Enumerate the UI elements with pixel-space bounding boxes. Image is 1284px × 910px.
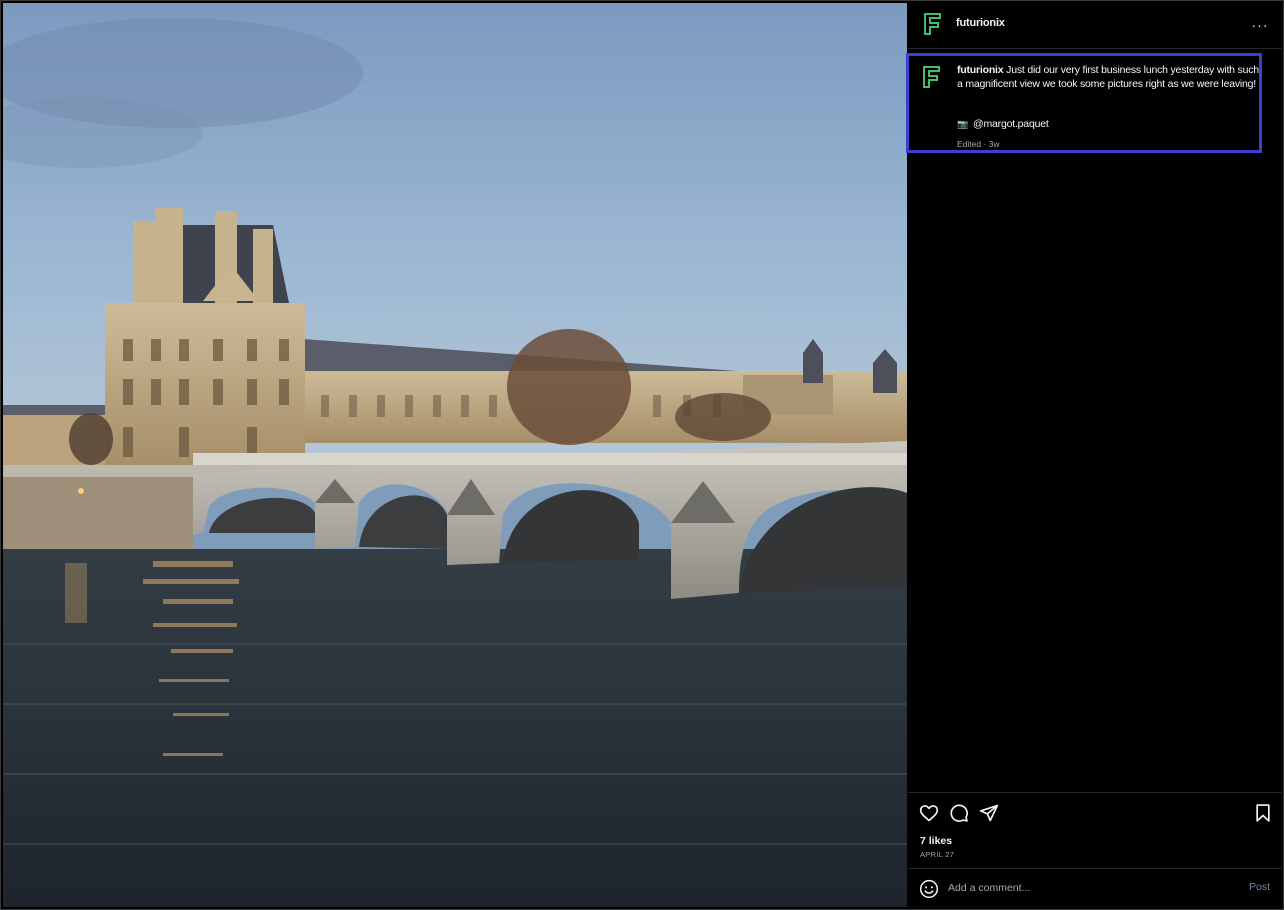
caption: futurionix Just did our very first busin… bbox=[957, 64, 1259, 91]
caption-username[interactable]: futurionix bbox=[957, 64, 1004, 76]
camera-icon: 📷 bbox=[957, 118, 969, 129]
share-button[interactable] bbox=[978, 802, 1000, 824]
action-bar: 7 likes APRIL 27 bbox=[908, 792, 1282, 868]
more-options-button[interactable]: ··· bbox=[1250, 15, 1270, 35]
more-options-icon: ··· bbox=[1251, 17, 1269, 33]
caption-avatar[interactable] bbox=[917, 62, 947, 92]
save-button[interactable] bbox=[1252, 802, 1274, 824]
futurionix-logo-icon bbox=[923, 66, 940, 88]
post-date: APRIL 27 bbox=[920, 850, 955, 859]
post-details-panel: futurionix ··· futurionix Just did our v… bbox=[906, 3, 1282, 907]
like-count[interactable]: 7 likes bbox=[920, 835, 952, 847]
post-comment-button[interactable]: Post bbox=[1249, 881, 1270, 893]
credit-handle[interactable]: @margot.paquet bbox=[973, 118, 1049, 130]
post-header: futurionix ··· bbox=[908, 3, 1282, 49]
post-photo[interactable] bbox=[3, 3, 907, 907]
comment-bar: Post bbox=[908, 868, 1282, 907]
post-window: futurionix ··· futurionix Just did our v… bbox=[0, 0, 1284, 910]
comment-button[interactable] bbox=[948, 802, 970, 824]
comment-input[interactable] bbox=[948, 878, 1228, 898]
photo-credit: 📷 @margot.paquet bbox=[957, 118, 1049, 130]
comment-icon bbox=[950, 804, 968, 822]
futurionix-logo-icon bbox=[924, 13, 941, 35]
bookmark-icon bbox=[1256, 804, 1270, 822]
caption-highlight: futurionix Just did our very first busin… bbox=[906, 53, 1262, 153]
author-avatar[interactable] bbox=[918, 9, 948, 39]
smiley-icon bbox=[919, 879, 939, 899]
heart-icon bbox=[919, 805, 939, 822]
like-button[interactable] bbox=[918, 802, 940, 824]
post-meta: Edited · 3w bbox=[957, 139, 1000, 149]
emoji-button[interactable] bbox=[918, 878, 940, 900]
send-icon bbox=[979, 804, 999, 822]
author-username[interactable]: futurionix bbox=[956, 17, 1005, 29]
caption-body: Just did our very first business lunch y… bbox=[957, 64, 1259, 90]
